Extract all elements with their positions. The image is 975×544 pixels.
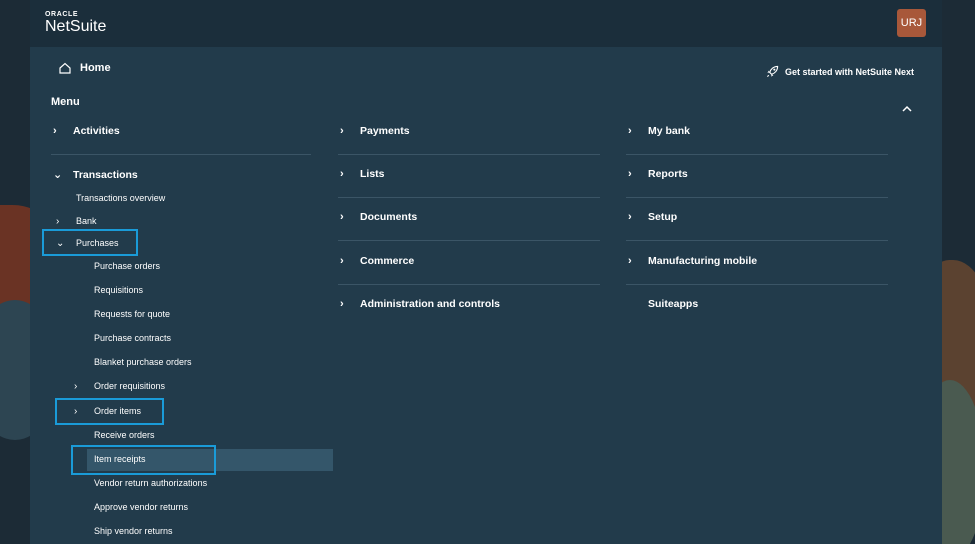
navigation-panel: ORACLE NetSuite URJ Home Get started wit… — [30, 0, 942, 544]
menu-item-ship-vendor-returns[interactable]: Ship vendor returns — [94, 526, 173, 536]
item-label: Vendor return authorizations — [94, 478, 208, 488]
section-label: Suiteapps — [648, 298, 699, 310]
menu-section-reports[interactable]: › Reports — [628, 168, 688, 180]
home-label: Home — [80, 62, 111, 74]
divider — [338, 154, 600, 155]
item-label: Requisitions — [94, 285, 144, 295]
focus-highlight-purchases — [42, 229, 138, 256]
chevron-right-icon: › — [340, 125, 344, 137]
section-label: My bank — [648, 125, 691, 137]
home-link[interactable]: Home — [59, 62, 111, 74]
item-label: Transactions overview — [76, 193, 166, 203]
item-label: Receive orders — [94, 430, 155, 440]
chevron-right-icon: › — [56, 215, 60, 227]
divider — [626, 154, 888, 155]
item-label: Ship vendor returns — [94, 526, 173, 536]
divider — [626, 284, 888, 285]
focus-highlight-item-receipts — [71, 445, 216, 475]
divider — [338, 284, 600, 285]
menu-item-receive-orders[interactable]: Receive orders — [94, 430, 155, 440]
menu-item-order-requisitions[interactable]: › Order requisitions — [74, 381, 166, 392]
menu-item-blanket-purchase-orders[interactable]: Blanket purchase orders — [94, 357, 192, 367]
menu-item-bank[interactable]: › Bank — [56, 216, 97, 227]
chevron-up-icon[interactable] — [901, 103, 913, 115]
logo-oracle-text: ORACLE — [45, 11, 79, 18]
chevron-right-icon: › — [628, 168, 632, 180]
section-label: Commerce — [360, 255, 415, 267]
menu-item-requisitions[interactable]: Requisitions — [94, 285, 143, 295]
item-label: Requests for quote — [94, 309, 171, 319]
menu-section-payments[interactable]: › Payments — [340, 125, 410, 137]
section-label: Lists — [360, 168, 385, 180]
chevron-down-icon: ⌄ — [53, 169, 63, 181]
menu-item-transactions-overview[interactable]: Transactions overview — [76, 193, 165, 203]
get-started-link[interactable]: Get started with NetSuite Next — [766, 65, 914, 78]
menu-section-documents[interactable]: › Documents — [340, 211, 417, 223]
menu-section-lists[interactable]: › Lists — [340, 168, 385, 180]
logo-netsuite-text: NetSuite — [45, 18, 107, 35]
chevron-right-icon: › — [340, 168, 344, 180]
item-label: Purchase contracts — [94, 333, 172, 343]
chevron-right-icon: › — [53, 125, 57, 137]
netsuite-logo[interactable]: ORACLE NetSuite — [45, 11, 106, 35]
focus-highlight-order-items — [55, 398, 164, 425]
menu-section-manufacturing-mobile[interactable]: › Manufacturing mobile — [628, 255, 757, 267]
section-label: Reports — [648, 168, 688, 180]
item-label: Order requisitions — [94, 381, 166, 391]
item-label: Approve vendor returns — [94, 502, 189, 512]
rocket-icon — [766, 65, 779, 78]
chevron-right-icon: › — [340, 298, 344, 310]
menu-section-administration-and-controls[interactable]: › Administration and controls — [340, 298, 500, 310]
chevron-right-icon: › — [340, 255, 344, 267]
menu-item-purchase-contracts[interactable]: Purchase contracts — [94, 333, 171, 343]
menu-section-activities[interactable]: › Activities — [53, 125, 120, 137]
menu-item-vendor-return-authorizations[interactable]: Vendor return authorizations — [94, 478, 207, 488]
menu-section-setup[interactable]: › Setup — [628, 211, 677, 223]
divider — [338, 240, 600, 241]
menu-item-requests-for-quote[interactable]: Requests for quote — [94, 309, 170, 319]
section-label: Activities — [73, 125, 120, 137]
menu-section-commerce[interactable]: › Commerce — [340, 255, 414, 267]
top-bar: ORACLE NetSuite URJ — [30, 0, 942, 47]
chevron-right-icon: › — [628, 255, 632, 267]
chevron-right-icon: › — [340, 211, 344, 223]
menu-heading: Menu — [51, 96, 80, 108]
item-label: Blanket purchase orders — [94, 357, 192, 367]
section-label: Payments — [360, 125, 410, 137]
section-label: Documents — [360, 211, 418, 223]
menu-section-my-bank[interactable]: › My bank — [628, 125, 690, 137]
chevron-right-icon: › — [74, 380, 78, 392]
section-label: Manufacturing mobile — [648, 255, 758, 267]
divider — [51, 154, 311, 155]
section-label: Administration and controls — [360, 298, 501, 310]
chevron-right-icon: › — [628, 211, 632, 223]
menu-section-transactions[interactable]: ⌄ Transactions — [53, 168, 138, 182]
get-started-label: Get started with NetSuite Next — [785, 66, 915, 77]
item-label: Bank — [76, 216, 97, 226]
menu-section-suiteapps[interactable]: Suiteapps — [648, 298, 698, 310]
menu-item-purchase-orders[interactable]: Purchase orders — [94, 261, 160, 271]
home-icon — [59, 62, 71, 74]
item-label: Purchase orders — [94, 261, 161, 271]
menu-item-approve-vendor-returns[interactable]: Approve vendor returns — [94, 502, 188, 512]
user-avatar[interactable]: URJ — [897, 9, 926, 37]
divider — [626, 240, 888, 241]
divider — [626, 197, 888, 198]
section-label: Setup — [648, 211, 678, 223]
section-label: Transactions — [73, 168, 138, 181]
chevron-right-icon: › — [628, 125, 632, 137]
divider — [338, 197, 600, 198]
